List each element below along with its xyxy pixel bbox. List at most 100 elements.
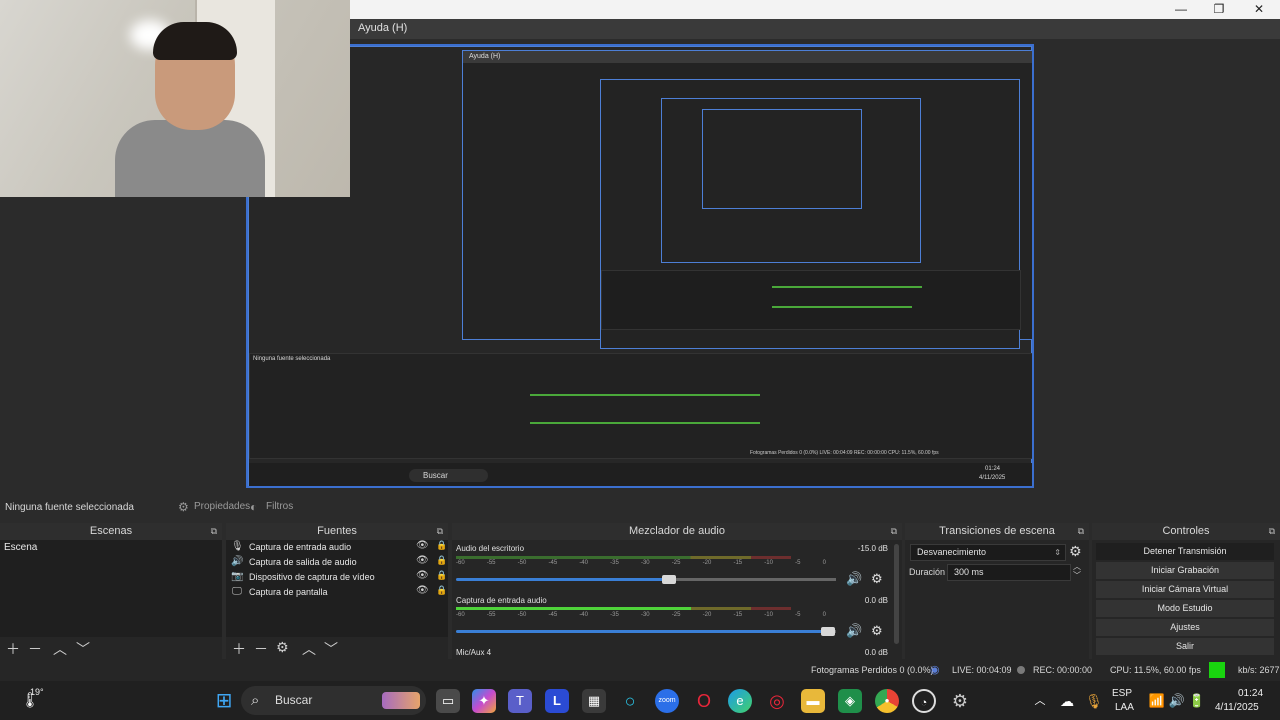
- clock-time[interactable]: 01:24: [1238, 688, 1263, 699]
- filters-button[interactable]: ◐ Filtros: [248, 498, 293, 516]
- settings-button[interactable]: Ajustes: [1096, 619, 1274, 636]
- source-name: Dispositivo de captura de vídeo: [249, 572, 375, 582]
- undock-icon[interactable]: ⧉: [1269, 523, 1275, 540]
- controls-title: Controles: [1162, 525, 1210, 537]
- channel-name: Audio del escritorio: [456, 544, 525, 553]
- nested-capture-5: [702, 109, 862, 209]
- close-button[interactable]: ✕: [1240, 0, 1278, 19]
- teams-icon[interactable]: T: [508, 689, 532, 713]
- source-item[interactable]: 🖵 Captura de pantalla 👁 🔒: [226, 585, 448, 600]
- move-down-icon[interactable]: ﹀: [76, 639, 90, 659]
- gear-icon[interactable]: ⚙: [871, 571, 883, 587]
- zoom-icon[interactable]: zoom: [655, 689, 679, 713]
- taskbar-search[interactable]: ⌕ Buscar: [241, 686, 426, 715]
- eye-icon[interactable]: 👁: [416, 555, 429, 566]
- channel-db: 0.0 dB: [864, 596, 888, 605]
- clock-date[interactable]: 4/11/2025: [1215, 702, 1259, 713]
- task-view-icon[interactable]: ▭: [436, 689, 460, 713]
- menu-help[interactable]: Ayuda (H): [358, 22, 407, 34]
- tick-label: 0: [822, 560, 826, 566]
- maximize-button[interactable]: ❐: [1200, 0, 1238, 19]
- lock-icon[interactable]: 🔒: [436, 540, 447, 551]
- undock-icon[interactable]: ⧉: [437, 523, 443, 540]
- duration-field[interactable]: 300 ms: [947, 564, 1071, 581]
- minimize-button[interactable]: —: [1162, 0, 1200, 19]
- undock-icon[interactable]: ⧉: [891, 523, 897, 540]
- gear-icon[interactable]: ⚙: [1069, 543, 1082, 560]
- undock-icon[interactable]: ⧉: [1078, 523, 1084, 540]
- nested-docks: [601, 270, 1021, 330]
- add-scene-icon[interactable]: ＋: [6, 639, 20, 659]
- opera-icon[interactable]: O: [692, 689, 716, 713]
- webcam-overlay: [0, 0, 350, 197]
- mixer-scrollbar[interactable]: [894, 544, 899, 644]
- windows-start-icon[interactable]: ⊞: [212, 689, 236, 713]
- mic-icon[interactable]: 🎙: [1082, 689, 1106, 713]
- nested-main-docks: Ninguna fuente seleccionada Fotogramas P…: [249, 353, 1032, 459]
- slider-knob[interactable]: [661, 575, 676, 584]
- gear-icon[interactable]: ⚙: [871, 623, 883, 639]
- tick-label: -5: [795, 612, 801, 618]
- eye-icon[interactable]: 👁: [416, 540, 429, 551]
- source-item[interactable]: 📷 Dispositivo de captura de vídeo 👁 🔒: [226, 570, 448, 585]
- rec-time: REC: 00:00:00: [1033, 665, 1093, 675]
- lock-icon[interactable]: 🔒: [436, 570, 447, 581]
- stop-stream-button[interactable]: Detener Transmisión: [1096, 543, 1274, 560]
- undock-icon[interactable]: ⧉: [211, 523, 217, 540]
- sources-list[interactable]: 🎙 Captura de entrada audio 👁 🔒 🔊 Captura de s…: [226, 540, 448, 637]
- copilot-icon[interactable]: ✦: [472, 689, 496, 713]
- channel-db: 0.0 dB: [864, 648, 888, 657]
- battery-icon[interactable]: 🔋: [1185, 689, 1209, 713]
- move-up-icon[interactable]: ︿: [302, 639, 316, 659]
- tick-label: -45: [548, 560, 558, 566]
- eye-icon[interactable]: 👁: [416, 585, 429, 596]
- meter-ticks: -60 -55 -50 -45 -40 -35 -30 -25 -20 -15 -10 -5 0: [456, 560, 826, 568]
- nested-date: 4/11/2025: [979, 475, 1006, 481]
- remove-source-icon[interactable]: －: [254, 639, 268, 659]
- volume-slider[interactable]: [456, 627, 836, 636]
- speaker-icon[interactable]: 🔊: [846, 571, 862, 587]
- lock-icon[interactable]: 🔒: [436, 555, 447, 566]
- lang-top[interactable]: ESP: [1112, 688, 1132, 699]
- chrome-icon[interactable]: •: [875, 689, 899, 713]
- speaker-icon[interactable]: 🔊: [846, 623, 862, 639]
- slider-knob[interactable]: [821, 627, 836, 636]
- preview-canvas[interactable]: Ayuda (H) Ninguna fuente seleccionada Fo…: [246, 44, 1034, 488]
- tray-overflow-icon[interactable]: ︿: [1028, 689, 1052, 713]
- edge-icon[interactable]: e: [728, 689, 752, 713]
- cortana-icon[interactable]: ○: [618, 689, 642, 713]
- file-explorer-icon[interactable]: ▬: [801, 689, 825, 713]
- scene-item[interactable]: Escena: [0, 540, 222, 555]
- source-item[interactable]: 🔊 Captura de salida de audio 👁 🔒: [226, 555, 448, 570]
- l-app-icon[interactable]: L: [545, 689, 569, 713]
- studio-mode-button[interactable]: Modo Estudio: [1096, 600, 1274, 617]
- onedrive-icon[interactable]: ☁: [1055, 689, 1079, 713]
- add-source-icon[interactable]: ＋: [232, 639, 246, 659]
- remove-scene-icon[interactable]: －: [28, 639, 42, 659]
- nested-capture-3: [600, 79, 1021, 349]
- opera-gx-icon[interactable]: ◎: [765, 689, 789, 713]
- eye-icon[interactable]: 👁: [416, 570, 429, 581]
- volume-slider[interactable]: [456, 575, 836, 584]
- lock-icon[interactable]: 🔒: [436, 585, 447, 596]
- exit-button[interactable]: Salir: [1096, 638, 1274, 655]
- move-up-icon[interactable]: ︿: [53, 639, 67, 659]
- store-icon[interactable]: ▦: [582, 689, 606, 713]
- channel-name: Captura de entrada audio: [456, 596, 547, 605]
- properties-button[interactable]: ⚙ Propiedades: [176, 498, 250, 516]
- move-down-icon[interactable]: ﹀: [324, 639, 338, 659]
- scenes-list[interactable]: Escena: [0, 540, 222, 637]
- green-app-icon[interactable]: ◈: [838, 689, 862, 713]
- start-virtual-camera-button[interactable]: Iniciar Cámara Virtual: [1096, 581, 1274, 598]
- transition-select[interactable]: Desvanecimiento ⇕: [910, 544, 1066, 561]
- tick-label: -15: [733, 612, 743, 618]
- source-settings-icon[interactable]: ⚙: [276, 639, 289, 656]
- tick-label: -20: [702, 612, 712, 618]
- source-item[interactable]: 🎙 Captura de entrada audio 👁 🔒: [226, 540, 448, 555]
- start-recording-button[interactable]: Iniciar Grabación: [1096, 562, 1274, 579]
- properties-label: Propiedades: [194, 501, 251, 512]
- obs-icon[interactable]: ◔: [912, 689, 936, 713]
- settings-gear-icon[interactable]: ⚙: [948, 689, 972, 713]
- spinner-icon[interactable]: ︿ ﹀: [1073, 562, 1081, 580]
- lang-bottom[interactable]: LAA: [1115, 702, 1134, 713]
